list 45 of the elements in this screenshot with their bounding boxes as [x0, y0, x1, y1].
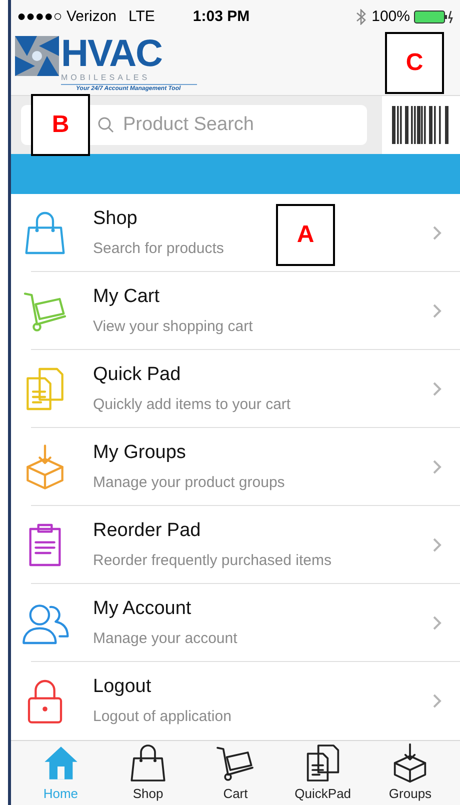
menu-title: Shop	[93, 207, 138, 232]
menu-title: My Account	[93, 597, 192, 622]
menu-subtitle: Search for products	[93, 238, 224, 259]
menu-item[interactable]: Logout Logout of application	[11, 662, 460, 740]
menu-item[interactable]: Reorder Pad Reorder frequently purchased items	[11, 506, 460, 584]
chevron-icon	[432, 614, 442, 631]
chevron-icon	[432, 458, 442, 475]
logo-title: HVAC	[61, 36, 164, 72]
bluetooth-icon	[356, 9, 366, 25]
chevron-icon	[432, 380, 442, 397]
menu-title: Quick Pad	[93, 363, 182, 388]
menu-subtitle: Manage your product groups	[93, 472, 285, 493]
search-icon	[97, 116, 115, 134]
menu-item[interactable]: My Account Manage your account	[11, 584, 460, 662]
barcode-icon[interactable]	[392, 106, 450, 144]
carrier-label: ●●●●○ Verizon	[17, 6, 116, 27]
tab-button[interactable]: QuickPad	[282, 742, 363, 804]
tab-button[interactable]: Cart	[195, 742, 276, 804]
menu-subtitle: Logout of application	[93, 706, 232, 727]
menu-subtitle: Manage your account	[93, 628, 238, 649]
logo-subtitle: MOBILESALES	[61, 72, 197, 85]
chevron-icon	[432, 692, 442, 709]
tab-button[interactable]: Shop	[108, 742, 188, 804]
menu-title: Logout	[93, 675, 152, 700]
menu-item[interactable]: Quick Pad Quickly add items to your cart	[11, 350, 460, 428]
chevron-icon	[432, 302, 442, 319]
time-label: 1:03 PM	[192, 6, 250, 27]
callout-tooltip: A	[276, 204, 335, 266]
callout-tooltip: C	[385, 32, 444, 94]
menu-item[interactable]: My Groups Manage your product groups	[11, 428, 460, 506]
menu-title: Reorder Pad	[93, 519, 202, 544]
menu-item[interactable]: My Cart View your shopping cart	[11, 272, 460, 350]
menu-subtitle: View your shopping cart	[93, 316, 253, 337]
battery-percent: 100%	[372, 6, 410, 27]
menu-subtitle: Reorder frequently purchased items	[93, 550, 332, 571]
chevron-icon	[432, 536, 442, 553]
chevron-icon	[432, 224, 442, 241]
menu-title: My Cart	[93, 285, 160, 310]
callout-tooltip: B	[31, 94, 90, 156]
logo-icon	[15, 36, 59, 76]
battery-icon	[414, 10, 454, 24]
menu-title: My Groups	[93, 441, 187, 466]
menu-subtitle: Quickly add items to your cart	[93, 394, 291, 415]
tab-button[interactable]: Groups	[370, 742, 450, 804]
network-label: LTE	[128, 6, 155, 27]
